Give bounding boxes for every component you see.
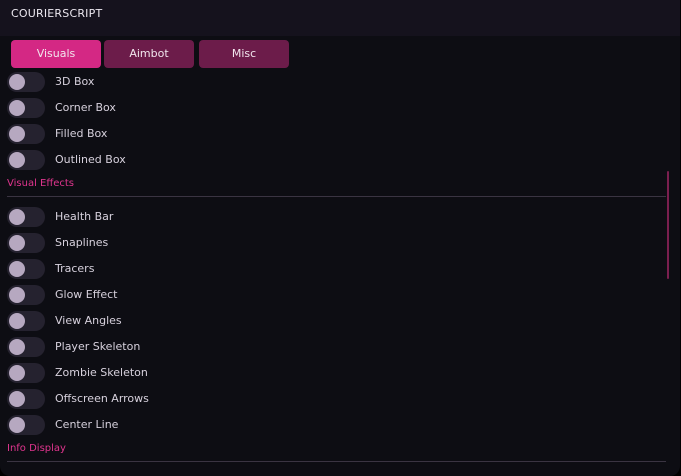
section-divider (7, 196, 666, 197)
toggle-center-line[interactable] (7, 415, 45, 435)
setting-label: 3D Box (55, 75, 95, 88)
setting-row-3d-box: 3D Box (7, 72, 307, 94)
setting-row-corner-box: Corner Box (7, 98, 307, 120)
setting-label: Player Skeleton (55, 340, 141, 353)
setting-label: Snaplines (55, 236, 109, 249)
setting-row-snaplines: Snaplines (7, 233, 307, 255)
toggle-knob (9, 365, 25, 381)
toggle-knob (9, 313, 25, 329)
setting-row-zombie-skeleton: Zombie Skeleton (7, 363, 307, 385)
toggle-glow-effect[interactable] (7, 285, 45, 305)
toggle-knob (9, 235, 25, 251)
setting-label: Corner Box (55, 101, 116, 114)
section-divider (7, 461, 666, 462)
toggle-snaplines[interactable] (7, 233, 45, 253)
setting-label: Health Bar (55, 210, 114, 223)
setting-label: Filled Box (55, 127, 108, 140)
toggle-view-angles[interactable] (7, 311, 45, 331)
toggle-knob (9, 417, 25, 433)
toggle-knob (9, 126, 25, 142)
setting-row-tracers: Tracers (7, 259, 307, 281)
tab-visuals[interactable]: Visuals (11, 40, 101, 68)
toggle-player-skeleton[interactable] (7, 337, 45, 357)
toggle-knob (9, 152, 25, 168)
setting-row-offscreen-arrows: Offscreen Arrows (7, 389, 307, 411)
toggle-outlined-box[interactable] (7, 150, 45, 170)
settings-panel: 3D Box Corner Box Filled Box Outlined Bo… (0, 70, 670, 476)
setting-label: Zombie Skeleton (55, 366, 148, 379)
tab-aimbot[interactable]: Aimbot (104, 40, 194, 68)
toggle-corner-box[interactable] (7, 98, 45, 118)
toggle-tracers[interactable] (7, 259, 45, 279)
setting-row-health-bar: Health Bar (7, 207, 307, 229)
toggle-offscreen-arrows[interactable] (7, 389, 45, 409)
setting-row-center-line: Center Line (7, 415, 307, 437)
setting-label: Tracers (55, 262, 95, 275)
scrollbar-thumb[interactable] (667, 171, 669, 279)
toggle-knob (9, 261, 25, 277)
setting-label: Center Line (55, 418, 119, 431)
toggle-knob (9, 287, 25, 303)
app-window: COURIERSCRIPT Visuals Aimbot Misc 3D Box… (0, 0, 680, 476)
title-bar[interactable]: COURIERSCRIPT (0, 0, 680, 36)
setting-label: Glow Effect (55, 288, 118, 301)
tab-misc[interactable]: Misc (199, 40, 289, 68)
setting-label: Offscreen Arrows (55, 392, 149, 405)
setting-row-view-angles: View Angles (7, 311, 307, 333)
setting-row-filled-box: Filled Box (7, 124, 307, 146)
toggle-knob (9, 209, 25, 225)
toggle-filled-box[interactable] (7, 124, 45, 144)
toggle-knob (9, 74, 25, 90)
toggle-health-bar[interactable] (7, 207, 45, 227)
app-title: COURIERSCRIPT (11, 7, 103, 20)
toggle-knob (9, 100, 25, 116)
setting-row-outlined-box: Outlined Box (7, 150, 307, 172)
setting-label: Outlined Box (55, 153, 126, 166)
toggle-knob (9, 339, 25, 355)
setting-label: View Angles (55, 314, 122, 327)
toggle-knob (9, 391, 25, 407)
toggle-3d-box[interactable] (7, 72, 45, 92)
setting-row-player-skeleton: Player Skeleton (7, 337, 307, 359)
toggle-zombie-skeleton[interactable] (7, 363, 45, 383)
section-title-info-display: Info Display (7, 443, 66, 454)
section-title-visual-effects: Visual Effects (7, 178, 75, 189)
setting-row-glow-effect: Glow Effect (7, 285, 307, 307)
